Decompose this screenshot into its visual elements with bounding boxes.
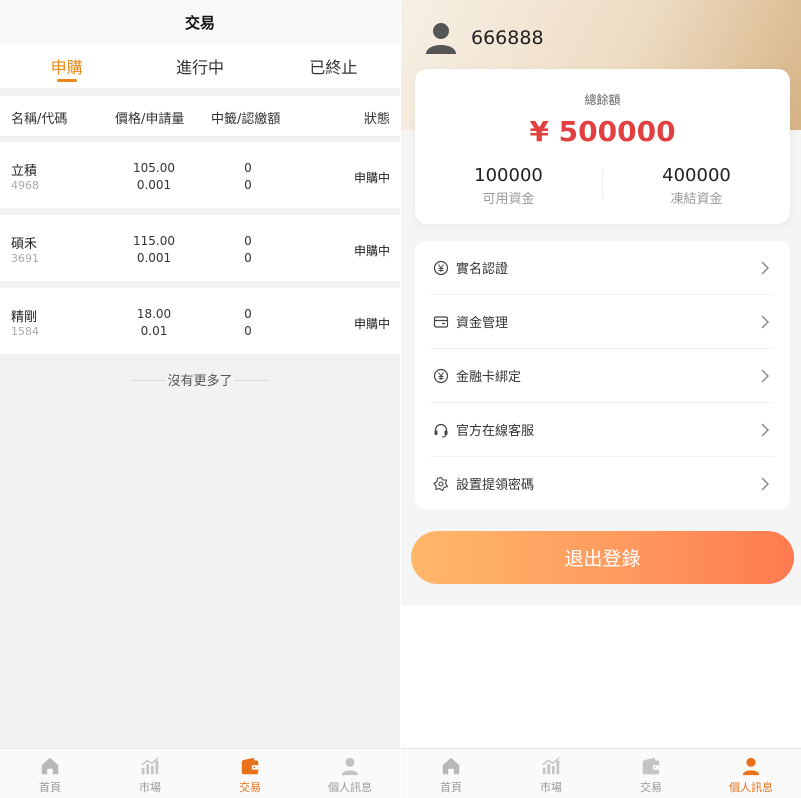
bottom-tab-bar: 首頁 市場 交易 個人訊息 xyxy=(401,748,801,798)
table-row[interactable]: 立積 4968 105.00 0.001 0 0 申購中 xyxy=(0,142,400,208)
chevron-right-icon xyxy=(761,261,769,274)
stock-code: 3691 xyxy=(11,252,39,265)
column-header-price: 價格/申請量 xyxy=(115,112,185,127)
menu-item-fund-management[interactable]: 資金管理 xyxy=(415,295,790,348)
table-row[interactable]: 精剛 1584 18.00 0.01 0 0 申購中 xyxy=(0,288,400,354)
tab-bar: 申購 進行中 已終止 xyxy=(0,44,400,88)
tabbar-market[interactable]: 市場 xyxy=(100,749,200,798)
table-row[interactable]: 碩禾 3691 115.00 0.001 0 0 申購中 xyxy=(0,215,400,281)
trade-screen: 交易 申購 進行中 已終止 名稱/代碼 價格/申請量 中籤/認繳額 狀態 立積 … xyxy=(0,0,400,798)
stock-name: 碩禾 xyxy=(11,237,38,252)
stock-price: 105.00 xyxy=(133,161,175,175)
tabbar-market[interactable]: 市場 xyxy=(501,749,601,798)
stock-quantity: 0.001 xyxy=(136,178,172,192)
stock-code: 1584 xyxy=(11,325,39,338)
page-title: 交易 xyxy=(0,0,400,44)
status-text: 申購中 xyxy=(353,171,390,185)
wallet-icon xyxy=(642,757,660,775)
bottom-tab-bar: 首頁 市場 交易 個人訊息 xyxy=(0,748,400,798)
balance-title: 總餘額 xyxy=(584,93,621,107)
stock-won: 0 xyxy=(244,161,252,175)
column-header-allotment: 中籤/認繳額 xyxy=(211,112,281,127)
balance-amount: ¥ 500000 xyxy=(529,115,676,148)
stock-paid: 0 xyxy=(244,178,252,192)
tabbar-label: 首頁 xyxy=(440,781,462,794)
avatar-icon xyxy=(426,23,456,54)
menu-item-label: 資金管理 xyxy=(456,316,509,331)
frozen-value: 400000 xyxy=(662,165,731,186)
status-text: 申購中 xyxy=(353,317,390,331)
stock-won: 0 xyxy=(244,234,252,248)
chevron-right-icon xyxy=(761,423,769,436)
tabbar-label: 個人訊息 xyxy=(328,781,372,794)
balance-card: 總餘額 ¥ 500000 100000 可用資金 400000 凍結資金 xyxy=(415,69,790,224)
stock-name: 精剛 xyxy=(11,310,38,325)
stock-paid: 0 xyxy=(244,251,252,265)
menu-item-label: 設置提領密碼 xyxy=(456,478,535,493)
headset-icon xyxy=(434,423,448,437)
flower-settings-icon xyxy=(433,476,449,491)
tabbar-trade[interactable]: 交易 xyxy=(601,749,701,798)
tab-terminated[interactable]: 已終止 xyxy=(267,44,400,88)
available-value: 100000 xyxy=(474,165,543,186)
frozen-label: 凍結資金 xyxy=(670,192,723,207)
person-icon xyxy=(742,757,760,776)
wallet-card-icon xyxy=(433,315,449,328)
settings-menu: 實名認證 資金管理 金融卡綁定 官方在線客服 設置提領密碼 xyxy=(415,241,790,509)
stock-quantity: 0.01 xyxy=(140,324,168,338)
menu-item-customer-service[interactable]: 官方在線客服 xyxy=(415,403,790,456)
menu-item-label: 實名認證 xyxy=(456,262,509,277)
menu-item-bank-card[interactable]: 金融卡綁定 xyxy=(415,349,790,402)
stock-paid: 0 xyxy=(244,324,252,338)
tabbar-label: 個人訊息 xyxy=(729,781,773,794)
user-info: 666888 xyxy=(423,18,544,58)
chevron-right-icon xyxy=(761,315,769,328)
tabbar-trade[interactable]: 交易 xyxy=(200,749,300,798)
home-icon xyxy=(442,757,460,775)
profile-screen: 666888 總餘額 ¥ 500000 100000 可用資金 400000 凍… xyxy=(401,0,801,798)
yen-circle-icon xyxy=(433,368,449,383)
chart-icon xyxy=(542,757,560,775)
stock-price: 18.00 xyxy=(136,307,172,321)
column-header-name: 名稱/代碼 xyxy=(11,112,68,127)
column-header-status: 狀態 xyxy=(363,112,390,127)
no-more-text: 沒有更多了 xyxy=(167,374,233,389)
tabbar-label: 首頁 xyxy=(39,781,61,794)
available-label: 可用資金 xyxy=(482,192,535,207)
stock-code: 4968 xyxy=(11,179,39,192)
tabbar-label: 市場 xyxy=(540,781,562,794)
chart-icon xyxy=(141,757,159,775)
content-background xyxy=(401,605,801,748)
person-icon xyxy=(341,757,359,776)
tabbar-label: 市場 xyxy=(139,781,161,794)
username: 666888 xyxy=(471,27,544,49)
stock-won: 0 xyxy=(244,307,252,321)
menu-item-withdraw-password[interactable]: 設置提領密碼 xyxy=(415,457,790,510)
tabbar-label: 交易 xyxy=(239,781,261,794)
stock-name: 立積 xyxy=(11,164,38,179)
home-icon xyxy=(41,757,59,775)
available-funds: 100000 可用資金 xyxy=(415,165,602,207)
tab-subscribe[interactable]: 申購 xyxy=(0,44,133,88)
menu-item-verification[interactable]: 實名認證 xyxy=(415,241,790,294)
tabbar-home[interactable]: 首頁 xyxy=(401,749,501,798)
stock-price: 115.00 xyxy=(133,234,175,248)
menu-item-label: 官方在線客服 xyxy=(456,424,535,439)
wallet-icon xyxy=(241,757,259,775)
tabbar-profile[interactable]: 個人訊息 xyxy=(701,749,801,798)
divider xyxy=(234,380,268,381)
tab-in-progress[interactable]: 進行中 xyxy=(133,44,266,88)
tabbar-home[interactable]: 首頁 xyxy=(0,749,100,798)
tabbar-profile[interactable]: 個人訊息 xyxy=(300,749,400,798)
tabbar-label: 交易 xyxy=(640,781,662,794)
menu-item-label: 金融卡綁定 xyxy=(456,370,522,385)
logout-button[interactable]: 退出登錄 xyxy=(411,531,794,584)
frozen-funds: 400000 凍結資金 xyxy=(603,165,790,207)
chevron-right-icon xyxy=(761,477,769,490)
stock-quantity: 0.001 xyxy=(136,251,172,265)
verify-icon xyxy=(433,260,449,275)
chevron-right-icon xyxy=(761,369,769,382)
status-text: 申購中 xyxy=(353,244,390,258)
table-header: 名稱/代碼 價格/申請量 中籤/認繳額 狀態 xyxy=(0,96,400,136)
